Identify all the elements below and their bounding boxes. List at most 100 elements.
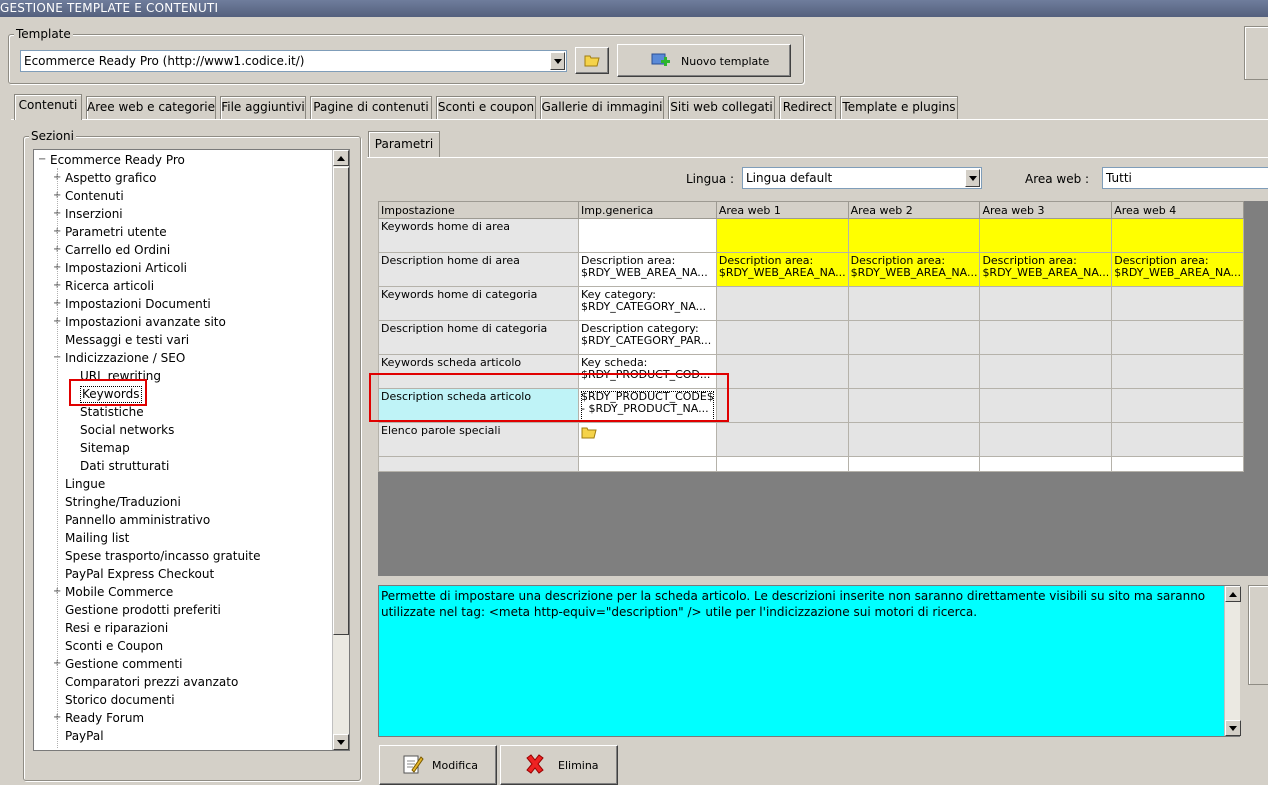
scroll-down-button[interactable] [333,734,349,750]
setting-name-cell[interactable]: Description home di categoria [378,320,579,355]
tab-redirect[interactable]: Redirect [779,96,836,119]
tree-item[interactable]: Mailing list [34,529,330,547]
grid-column-header[interactable]: Area web 1 [715,201,849,219]
grid-column-header[interactable]: Area web 4 [1111,201,1245,219]
tree-item[interactable]: − Ecommerce Ready Pro [34,151,330,169]
area-web-1-cell[interactable] [715,422,849,457]
tree-item[interactable]: + Contenuti [34,187,330,205]
generic-value-cell[interactable]: Description area: $RDY_WEB_AREA_NA... [578,252,717,287]
area-web-1-cell[interactable] [715,320,849,355]
tab-file-aggiuntivi[interactable]: File aggiuntivi [220,96,306,119]
tree-item[interactable]: + Mobile Commerce [34,583,330,601]
scroll-down-button[interactable] [1225,720,1241,736]
open-folder-button[interactable] [575,47,609,74]
tree-item[interactable]: Sitemap [34,439,330,457]
area-web-3-cell[interactable] [979,286,1113,321]
tree-item[interactable]: Lingue [34,475,330,493]
tree-item[interactable]: + Ready Forum [34,709,330,727]
tree-item[interactable]: + Impostazioni Documenti [34,295,330,313]
tab-gallerie-di-immagini[interactable]: Gallerie di immagini [540,96,664,119]
area-web-1-cell[interactable]: Description area: $RDY_WEB_AREA_NA... [715,252,849,287]
tab-aree-web-e-categorie[interactable]: Aree web e categorie [86,96,216,119]
tree-item[interactable]: Pannello amministrativo [34,511,330,529]
tree-item[interactable]: PayPal [34,727,330,745]
setting-name-cell[interactable]: Description home di area [378,252,579,287]
tree-item[interactable]: Stringhe/Traduzioni [34,493,330,511]
tree-item[interactable]: + Carrello ed Ordini [34,241,330,259]
area-web-2-cell[interactable] [847,286,981,321]
tab-template-e-plugins[interactable]: Template e plugins [840,96,958,119]
tree-item[interactable]: Spese trasporto/incasso gratuite [34,547,330,565]
tree-item[interactable]: + Parametri utente [34,223,330,241]
tab-parametri[interactable]: Parametri [368,131,440,157]
elimina-button[interactable]: Elimina [500,745,618,785]
template-select[interactable]: Ecommerce Ready Pro (http://www1.codice.… [20,50,567,72]
generic-value-cell[interactable]: Key category: $RDY_CATEGORY_NA... [578,286,717,321]
tree-item[interactable]: − Indicizzazione / SEO [34,349,330,367]
area-web-1-cell[interactable] [715,354,849,389]
tab-sconti-e-coupon[interactable]: Sconti e coupon [436,96,536,119]
grid-row[interactable]: Description home di area Description area… [378,252,1245,287]
tree-item[interactable]: Sconti e Coupon [34,637,330,655]
tree-item[interactable]: + Aspetto grafico [34,169,330,187]
tree-item[interactable]: Comparatori prezzi avanzato [34,673,330,691]
tree-item[interactable]: Dati strutturati [34,457,330,475]
area-web-3-cell[interactable] [979,354,1113,389]
tree-item[interactable]: PayPal Express Checkout [34,565,330,583]
tree-item[interactable]: Storico documenti [34,691,330,709]
collapse-icon[interactable]: − [38,151,47,169]
setting-name-cell[interactable]: Keywords home di area [378,218,579,253]
scroll-up-button[interactable] [1225,586,1241,602]
scroll-thumb[interactable] [333,167,349,635]
area-web-2-cell[interactable]: Description area: $RDY_WEB_AREA_NA... [847,252,981,287]
grid-column-header[interactable]: Impostazione [378,201,579,219]
tree-item[interactable]: + Impostazioni Articoli [34,259,330,277]
area-web-2-cell[interactable] [847,218,981,253]
tree-item[interactable]: Messaggi e testi vari [34,331,330,349]
tree-item[interactable]: Resi e riparazioni [34,619,330,637]
tree-item[interactable]: + Impostazioni avanzate sito [34,313,330,331]
area-web-2-cell[interactable] [847,320,981,355]
tree-item[interactable]: + Ricerca articoli [34,277,330,295]
area-web-4-cell[interactable] [1111,354,1245,389]
area-web-2-cell[interactable] [847,354,981,389]
folder-icon[interactable] [581,425,597,439]
area-web-3-cell[interactable]: Description area: $RDY_WEB_AREA_NA... [979,252,1113,287]
description-scrollbar[interactable] [1224,586,1241,736]
grid-column-header[interactable]: Area web 2 [847,201,981,219]
description-textarea[interactable]: Permette di impostare una descrizione pe… [378,585,1241,737]
area-web-4-cell[interactable] [1111,320,1245,355]
grid-row[interactable]: Keywords home di categoria Key category: $… [378,286,1245,321]
area-web-1-cell[interactable] [715,388,849,423]
area-web-1-cell[interactable] [715,218,849,253]
generic-value-cell[interactable] [578,422,717,457]
area-web-3-cell[interactable] [979,422,1113,457]
tab-pagine-di-contenuti[interactable]: Pagine di contenuti [310,96,432,119]
area-web-3-cell[interactable] [979,388,1113,423]
chevron-down-icon[interactable] [550,52,565,70]
grid-column-header[interactable]: Imp.generica [578,201,717,219]
scroll-up-button[interactable] [333,150,349,166]
generic-value-cell[interactable] [578,218,717,253]
area-web-4-cell[interactable] [1111,218,1245,253]
generic-value-cell[interactable]: Description category: $RDY_CATEGORY_PAR..… [578,320,717,355]
new-template-button[interactable]: Nuovo template [617,44,791,77]
tree-item[interactable]: + Inserzioni [34,205,330,223]
grid-row[interactable]: Description home di categoria Description… [378,320,1245,355]
area-web-1-cell[interactable] [715,286,849,321]
setting-name-cell[interactable]: Elenco parole speciali [378,422,579,457]
area-web-3-cell[interactable] [979,320,1113,355]
tree-item[interactable]: Gestione prodotti preferiti [34,601,330,619]
grid-row[interactable]: Keywords home di area [378,218,1245,253]
setting-name-cell[interactable]: Keywords home di categoria [378,286,579,321]
tree-item[interactable]: + Gestione commenti [34,655,330,673]
tab-contenuti[interactable]: Contenuti [14,94,82,120]
grid-column-header[interactable]: Area web 3 [979,201,1113,219]
area-web-2-cell[interactable] [847,422,981,457]
area-web-2-cell[interactable] [847,388,981,423]
area-web-4-cell[interactable] [1111,422,1245,457]
tree-scrollbar[interactable] [332,150,349,750]
area-web-select[interactable]: Tutti [1102,167,1268,189]
chevron-down-icon[interactable] [965,169,980,187]
tab-siti-web-collegati[interactable]: Siti web collegati [668,96,775,119]
